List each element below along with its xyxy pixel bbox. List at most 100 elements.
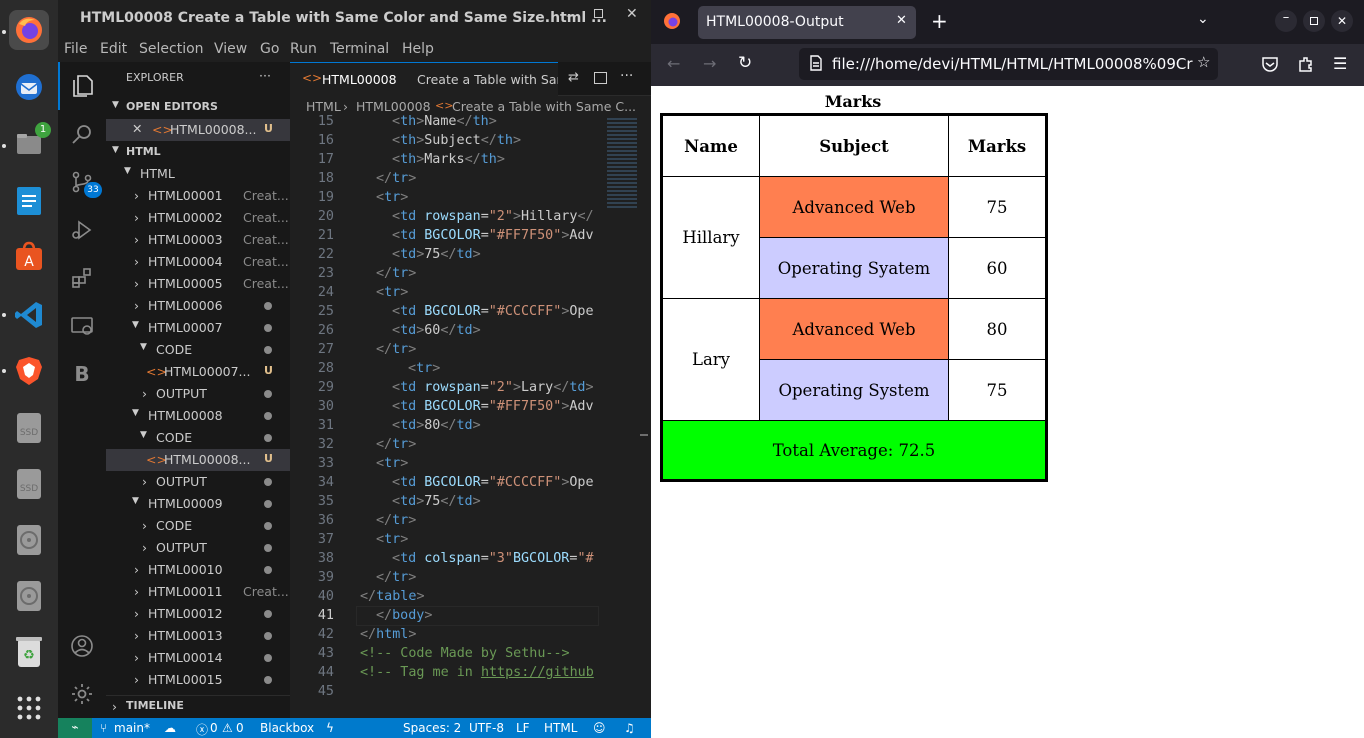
close-icon[interactable]: ✕	[626, 6, 638, 22]
feedback-icon[interactable]: ☺	[593, 721, 606, 735]
url-bar[interactable]: file:///home/devi/HTML/HTML/HTML00008%09…	[799, 48, 1218, 80]
search-icon[interactable]	[68, 120, 96, 148]
run-debug-icon[interactable]	[68, 216, 96, 244]
tree-item[interactable]: › HTML00014	[106, 647, 290, 669]
tree-item[interactable]: › HTML00012	[106, 603, 290, 625]
firefox-view-icon[interactable]	[663, 12, 681, 34]
tree-item[interactable]: › HTML00015	[106, 669, 290, 691]
close-tab-icon[interactable]: ✕	[896, 13, 907, 28]
tree-item[interactable]: ▼ HTML	[106, 163, 290, 185]
url-text[interactable]: file:///home/devi/HTML/HTML/HTML00008%09…	[832, 55, 1201, 73]
more-actions-icon[interactable]: ···	[620, 68, 633, 84]
tree-item[interactable]: ▼ HTML00008	[106, 405, 290, 427]
minimap[interactable]	[599, 114, 651, 718]
extensions-icon[interactable]	[68, 264, 96, 292]
app-menu-icon[interactable]: ☰	[1333, 54, 1347, 73]
indentation[interactable]: Spaces: 2	[403, 721, 461, 735]
tree-item[interactable]: › HTML00005 Creat...	[106, 273, 290, 295]
error-count[interactable]: 0	[210, 721, 218, 735]
ssd-drive-icon[interactable]: SSD	[9, 464, 49, 504]
remote-explorer-icon[interactable]	[68, 312, 96, 340]
disc-icon[interactable]	[9, 520, 49, 560]
tree-item-selected[interactable]: <> HTML00008... U	[106, 449, 290, 471]
tree-item[interactable]: ▼ CODE	[106, 339, 290, 361]
trash-icon[interactable]: ♻	[9, 632, 49, 672]
warning-count[interactable]: 0	[236, 721, 244, 735]
menu-file[interactable]: File	[64, 41, 87, 57]
disc-icon[interactable]	[9, 576, 49, 616]
menu-terminal[interactable]: Terminal	[330, 41, 389, 57]
tree-item[interactable]: › OUTPUT	[106, 471, 290, 493]
language-mode[interactable]: HTML	[544, 721, 577, 735]
more-actions-icon[interactable]: ···	[259, 68, 271, 83]
menu-selection[interactable]: Selection	[139, 41, 204, 57]
error-icon[interactable]: ⓧ	[196, 721, 208, 738]
tree-item[interactable]: › HTML00003 Creat...	[106, 229, 290, 251]
thunderbird-icon[interactable]	[9, 67, 49, 107]
explorer-icon[interactable]	[68, 72, 96, 100]
maximize-icon[interactable]	[594, 9, 603, 18]
list-tabs-icon[interactable]: ⌄	[1197, 11, 1209, 27]
warning-icon[interactable]: ⚠	[222, 721, 233, 735]
lightning-icon[interactable]: ϟ	[326, 721, 334, 735]
tree-item[interactable]: › HTML00002 Creat...	[106, 207, 290, 229]
bookmark-star-icon[interactable]: ☆	[1193, 53, 1211, 71]
files-icon[interactable]: 1	[9, 122, 51, 164]
menu-run[interactable]: Run	[290, 41, 317, 57]
compare-changes-icon[interactable]: ⇄	[568, 70, 579, 85]
menu-help[interactable]: Help	[402, 41, 434, 57]
split-editor-icon[interactable]	[594, 72, 607, 84]
tree-item[interactable]: <> HTML00007... U	[106, 361, 290, 383]
forward-arrow-icon[interactable]: →	[703, 54, 716, 73]
timeline-header[interactable]: TIMELINE	[126, 699, 184, 712]
app-center-icon[interactable]: A	[9, 236, 49, 276]
tree-item[interactable]: › OUTPUT	[106, 383, 290, 405]
tree-item[interactable]: › HTML00010	[106, 559, 290, 581]
reload-icon[interactable]: ↻	[738, 53, 752, 73]
pocket-icon[interactable]	[1261, 55, 1279, 77]
tree-item[interactable]: › HTML00011 Creat...	[106, 581, 290, 603]
maximize-icon[interactable]	[1303, 10, 1325, 32]
page-info-icon[interactable]	[809, 55, 823, 75]
encoding[interactable]: UTF-8	[469, 721, 504, 735]
notifications-bell-icon[interactable]: ♫	[624, 721, 635, 735]
settings-gear-icon[interactable]	[68, 680, 96, 708]
tree-item[interactable]: › HTML00013	[106, 625, 290, 647]
back-arrow-icon[interactable]: ←	[667, 54, 680, 73]
menu-view[interactable]: View	[214, 41, 247, 57]
close-window-icon[interactable]: ✕	[1331, 10, 1353, 32]
tree-item[interactable]: › HTML00001 Creat...	[106, 185, 290, 207]
minimize-icon[interactable]: –	[566, 8, 573, 24]
account-icon[interactable]	[68, 632, 96, 660]
tree-item[interactable]: ▼ HTML00007	[106, 317, 290, 339]
tree-item[interactable]: › CODE	[106, 515, 290, 537]
tree-item[interactable]: › OUTPUT	[106, 537, 290, 559]
vscode-icon[interactable]	[9, 295, 49, 335]
tree-item[interactable]: › HTML00004 Creat...	[106, 251, 290, 273]
sync-icon[interactable]: ☁	[164, 721, 176, 735]
firefox-icon[interactable]	[9, 10, 49, 50]
git-branch-icon[interactable]: ⑂	[100, 721, 107, 735]
ssd-drive-icon[interactable]: SSD	[9, 408, 49, 448]
source-control-icon[interactable]: 33	[68, 168, 102, 198]
blackbox-icon[interactable]: B	[68, 360, 96, 388]
minimize-icon[interactable]: –	[1275, 10, 1297, 32]
menu-edit[interactable]: Edit	[100, 41, 127, 57]
open-editor-item[interactable]: ✕ <> HTML00008... U	[106, 119, 290, 141]
line-ending[interactable]: LF	[516, 721, 530, 735]
open-editors-header[interactable]: OPEN EDITORS	[126, 100, 218, 113]
workspace-root[interactable]: HTML	[126, 145, 161, 158]
extensions-icon[interactable]	[1297, 55, 1315, 77]
close-editor-icon[interactable]: ✕	[132, 121, 142, 136]
chevron-down-icon[interactable]: ▼	[112, 100, 119, 110]
tree-item[interactable]: ▼ HTML00009	[106, 493, 290, 515]
blackbox-status[interactable]: Blackbox	[260, 721, 314, 735]
apps-grid-icon[interactable]	[9, 688, 49, 728]
browser-tab[interactable]: HTML00008-Output ✕	[698, 6, 916, 39]
branch-name[interactable]: main*	[114, 721, 150, 735]
brave-icon[interactable]	[9, 351, 49, 391]
editor-tab[interactable]: <> HTML00008 Create a Table with Same	[290, 62, 558, 96]
tree-item[interactable]: ▼ CODE	[106, 427, 290, 449]
tree-item[interactable]: › HTML00006	[106, 295, 290, 317]
writer-icon[interactable]	[9, 181, 49, 221]
